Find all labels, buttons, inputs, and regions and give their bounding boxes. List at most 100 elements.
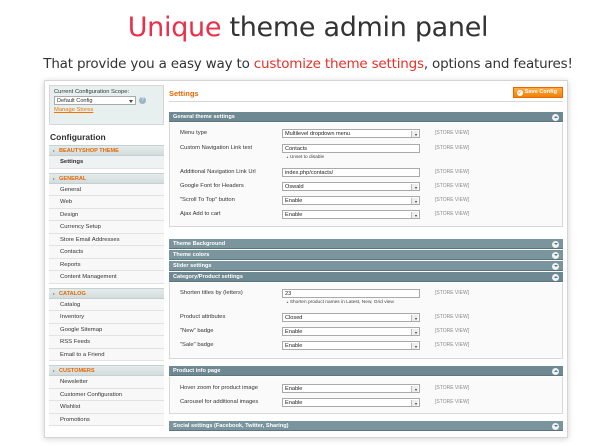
sale-badge-select[interactable]: Enable	[282, 341, 420, 350]
field-row: Ajax Add to cart Enable [STORE VIEW]	[170, 210, 562, 220]
field-label: Hover zoom for product image	[180, 385, 258, 391]
scope-tag: [STORE VIEW]	[435, 385, 470, 391]
shorten-titles-input[interactable]: 23	[282, 289, 420, 298]
field-label: "Sale" badge	[180, 342, 214, 348]
hero-title: Unique theme admin panel	[0, 12, 616, 43]
config-main: Settings ✓ Save Config General theme sett…	[169, 85, 563, 437]
hero-subtitle-post: , options and features!	[423, 56, 573, 72]
scope-tag: [STORE VIEW]	[435, 145, 470, 151]
sidebar-item-promotions[interactable]: Promotions	[49, 413, 164, 426]
group-header-product-info[interactable]: Product info page	[169, 366, 563, 376]
scope-switcher: Current Configuration Scope: Default Con…	[49, 85, 164, 125]
sidebar-item-wishlist[interactable]: Wishlist	[49, 401, 164, 414]
sidebar-item-newsletter[interactable]: Newsletter	[49, 376, 164, 389]
admin-panel-screenshot: Current Configuration Scope: Default Con…	[44, 80, 568, 438]
collapse-icon[interactable]	[552, 113, 559, 121]
field-label: Product attributes	[180, 314, 226, 320]
save-icon: ✓	[516, 89, 523, 96]
field-label: Menu type	[180, 130, 208, 136]
field-label: "New" badge	[180, 328, 214, 334]
group-header-social-settings[interactable]: Social settings (Facebook, Twitter, Shar…	[169, 421, 563, 431]
group-title: Category/Product settings	[173, 274, 243, 280]
group-title: Social settings (Facebook, Twitter, Shar…	[173, 423, 289, 429]
sidebar-item-settings[interactable]: Settings	[49, 156, 164, 169]
sidebar-item-store-email-addresses[interactable]: Store Email Addresses	[49, 233, 164, 246]
sidebar-item-design[interactable]: Design	[49, 208, 164, 221]
sidebar-item-content-management[interactable]: Content Management	[49, 271, 164, 284]
field-label: "Scroll To Top" button	[180, 197, 235, 203]
sidebar-item-inventory[interactable]: Inventory	[49, 311, 164, 324]
sidebar-item-google-sitemap[interactable]: Google Sitemap	[49, 323, 164, 336]
field-row: Additional Navigation Link Url index.php…	[170, 168, 562, 178]
hero-title-accent: Unique	[127, 12, 222, 43]
help-icon[interactable]: ?	[139, 97, 146, 104]
field-row: "New" badge Enable [STORE VIEW]	[170, 327, 562, 337]
scope-tag: [STORE VIEW]	[435, 399, 470, 405]
config-sidebar: Current Configuration Scope: Default Con…	[49, 85, 164, 437]
sidebar-item-catalog[interactable]: Catalog	[49, 298, 164, 311]
field-row: Google Font for Headers Oswald [STORE VI…	[170, 182, 562, 192]
manage-stores-link[interactable]: Manage Stores	[54, 107, 159, 113]
scope-tag: [STORE VIEW]	[435, 314, 470, 320]
sidebar-section-beautyshop[interactable]: BEAUTYSHOP THEME	[49, 145, 164, 156]
field-label: Additional Navigation Link Url	[180, 169, 256, 175]
new-badge-select[interactable]: Enable	[282, 327, 420, 336]
sidebar-section-general[interactable]: GENERAL	[49, 172, 164, 184]
scope-select[interactable]: Default Config	[54, 96, 136, 105]
group-header-category-product[interactable]: Category/Product settings	[169, 272, 563, 282]
group-body-category-product: Shorten titles by (letters) 23 Shorten p…	[169, 283, 563, 359]
expand-icon[interactable]	[552, 240, 559, 248]
field-label: Carousel for additional images	[180, 399, 259, 405]
expand-icon[interactable]	[552, 422, 559, 430]
expand-icon[interactable]	[552, 262, 559, 270]
google-font-select[interactable]: Oswald	[282, 182, 420, 191]
sidebar-item-web[interactable]: Web	[49, 196, 164, 209]
group-title: Theme Background	[173, 241, 226, 247]
field-row: Custom Navigation Link text Contacts Uns…	[170, 144, 562, 160]
sidebar-section-customers[interactable]: CUSTOMERS	[49, 365, 164, 376]
field-row: Product attributes Closed [STORE VIEW]	[170, 313, 562, 323]
hero-title-rest: theme admin panel	[221, 12, 489, 43]
field-note: Unset to disable	[286, 155, 324, 160]
group-title: Slider settings	[173, 263, 212, 269]
expand-icon[interactable]	[552, 251, 559, 259]
group-header-theme-colors[interactable]: Theme colors	[169, 250, 563, 260]
field-row: Shorten titles by (letters) 23 Shorten p…	[170, 289, 562, 305]
group-header-general[interactable]: General theme settings	[169, 112, 563, 122]
sidebar-item-reports[interactable]: Reports	[49, 258, 164, 271]
collapse-icon[interactable]	[552, 367, 559, 375]
sidebar-section-catalog[interactable]: CATALOG	[49, 287, 164, 299]
collapse-icon[interactable]	[552, 273, 559, 281]
carousel-select[interactable]: Enable	[282, 398, 420, 407]
sidebar-item-contacts[interactable]: Contacts	[49, 246, 164, 259]
custom-nav-text-input[interactable]: Contacts	[282, 144, 420, 153]
group-header-slider-settings[interactable]: Slider settings	[169, 261, 563, 271]
scope-label: Current Configuration Scope:	[54, 89, 130, 95]
field-row: Carousel for additional images Enable [S…	[170, 398, 562, 408]
scroll-to-top-select[interactable]: Enable	[282, 196, 420, 205]
sidebar-item-rss-feeds[interactable]: RSS Feeds	[49, 336, 164, 349]
ajax-add-to-cart-select[interactable]: Enable	[282, 210, 420, 219]
sidebar-item-general[interactable]: General	[49, 183, 164, 196]
sidebar-item-currency-setup[interactable]: Currency Setup	[49, 221, 164, 234]
scope-tag: [STORE VIEW]	[435, 328, 470, 334]
group-body-product-info: Hover zoom for product image Enable [STO…	[169, 377, 563, 414]
save-config-label: Save Config	[524, 89, 557, 95]
group-title: Product info page	[173, 368, 221, 374]
sidebar-item-email-to-a-friend[interactable]: Email to a Friend	[49, 348, 164, 361]
product-attributes-select[interactable]: Closed	[282, 313, 420, 322]
hero-subtitle-accent: customize theme settings	[253, 56, 424, 72]
sidebar-item-customer-configuration[interactable]: Customer Configuration	[49, 388, 164, 401]
nav-url-input[interactable]: index.php/contacts/	[282, 168, 420, 177]
menu-type-select[interactable]: Multilevel dropdown menu	[282, 129, 420, 138]
field-row: "Scroll To Top" button Enable [STORE VIE…	[170, 196, 562, 206]
field-row: Menu type Multilevel dropdown menu [STOR…	[170, 129, 562, 139]
hero-subtitle-pre: That provide you a easy way to	[43, 56, 254, 72]
scope-tag: [STORE VIEW]	[435, 130, 470, 136]
save-config-button[interactable]: ✓ Save Config	[512, 87, 563, 98]
hero-subtitle: That provide you a easy way to customize…	[0, 56, 616, 72]
field-row: Hover zoom for product image Enable [STO…	[170, 384, 562, 394]
scope-tag: [STORE VIEW]	[435, 290, 470, 296]
group-header-theme-background[interactable]: Theme Background	[169, 239, 563, 249]
hover-zoom-select[interactable]: Enable	[282, 384, 420, 393]
